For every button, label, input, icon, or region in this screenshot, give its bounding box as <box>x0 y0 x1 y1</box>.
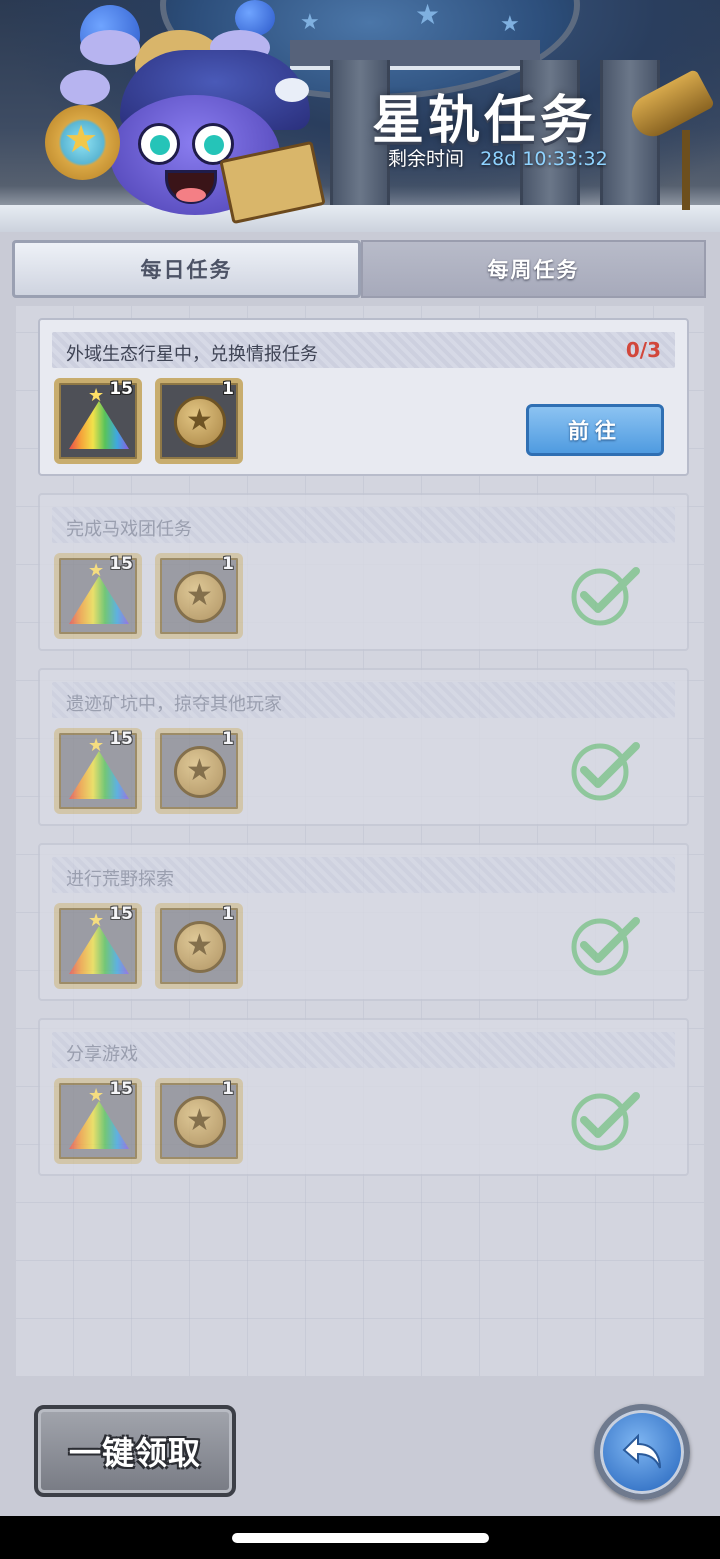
tab-daily[interactable]: 每日任务 <box>12 240 361 298</box>
task-progress: 0/3 <box>625 338 661 362</box>
reward-slot[interactable]: ★ 1 <box>155 378 243 464</box>
staff-star-icon: ★ <box>64 117 99 161</box>
rainbow-sand-icon <box>69 926 129 974</box>
rainbow-sand-icon <box>69 576 129 624</box>
observatory-pillar <box>600 60 660 220</box>
completed-check-icon <box>571 1092 640 1151</box>
remaining-time-value: 28d 10:33:32 <box>480 148 608 170</box>
reward-count: 1 <box>222 729 234 749</box>
sand-star-icon: ★ <box>88 385 105 406</box>
cloud-icon <box>80 30 140 65</box>
reward-count: 15 <box>109 554 133 574</box>
reward-slot[interactable]: ★ 15 <box>54 378 142 464</box>
dome-star-icon: ★ <box>500 12 520 37</box>
hat-pompom <box>275 78 309 102</box>
rainbow-sand-icon <box>69 401 129 449</box>
reward-count: 15 <box>109 904 133 924</box>
coin-star-icon: ★ <box>186 753 213 788</box>
task-title: 进行荒野探索 <box>66 869 174 890</box>
reward-slot[interactable]: ★ 15 <box>54 1078 142 1164</box>
sand-star-icon: ★ <box>88 735 105 756</box>
reward-slot[interactable]: ★ 1 <box>155 1078 243 1164</box>
task-list[interactable]: 外域生态行星中，兑换情报任务 0/3 ★ 15 ★ 1 前往 完成马戏团任务 ★… <box>16 306 704 1376</box>
reward-count: 1 <box>222 554 234 574</box>
back-arrow-icon <box>622 1433 661 1469</box>
reward-slot[interactable]: ★ 1 <box>155 903 243 989</box>
task-title: 完成马戏团任务 <box>66 519 192 540</box>
task-card: 遗迹矿坑中，掠夺其他玩家 ★ 15 ★ 1 <box>38 668 689 826</box>
wizard-mascot: ★ <box>20 0 330 232</box>
remaining-time: 剩余时间 28d 10:33:32 <box>388 144 608 171</box>
reward-slot[interactable]: ★ 1 <box>155 728 243 814</box>
reward-count: 1 <box>222 379 234 399</box>
home-indicator[interactable] <box>232 1533 489 1543</box>
dome-star-icon: ★ <box>415 0 441 31</box>
sand-star-icon: ★ <box>88 1085 105 1106</box>
coin-star-icon: ★ <box>186 578 213 613</box>
mascot-tongue <box>176 188 206 202</box>
completed-check-icon <box>571 917 640 976</box>
sand-star-icon: ★ <box>88 910 105 931</box>
reward-count: 15 <box>109 729 133 749</box>
reward-slot[interactable]: ★ 15 <box>54 553 142 639</box>
coin-star-icon: ★ <box>186 403 213 438</box>
telescope-stand <box>682 130 690 210</box>
coin-star-icon: ★ <box>186 928 213 963</box>
coin-star-icon: ★ <box>186 1103 213 1138</box>
task-card: 进行荒野探索 ★ 15 ★ 1 <box>38 843 689 1001</box>
reward-slot[interactable]: ★ 15 <box>54 728 142 814</box>
claim-all-button[interactable]: 一键领取 <box>34 1405 236 1497</box>
task-tabs: 每日任务 每周任务 <box>12 240 706 298</box>
reward-count: 1 <box>222 1079 234 1099</box>
task-card: 分享游戏 ★ 15 ★ 1 <box>38 1018 689 1176</box>
back-button[interactable] <box>594 1404 690 1500</box>
mascot-eye <box>138 123 180 165</box>
remaining-time-label: 剩余时间 <box>388 148 465 170</box>
rainbow-sand-icon <box>69 751 129 799</box>
task-title: 外域生态行星中，兑换情报任务 <box>66 344 318 365</box>
sand-star-icon: ★ <box>88 560 105 581</box>
cloud-icon <box>60 70 110 105</box>
task-title: 分享游戏 <box>66 1044 138 1065</box>
reward-slot[interactable]: ★ 1 <box>155 553 243 639</box>
completed-check-icon <box>571 567 640 626</box>
task-title-bar <box>52 1032 675 1068</box>
rainbow-sand-icon <box>69 1101 129 1149</box>
reward-slot[interactable]: ★ 15 <box>54 903 142 989</box>
task-card: 外域生态行星中，兑换情报任务 0/3 ★ 15 ★ 1 前往 <box>38 318 689 476</box>
page-title: 星轨任务 <box>372 91 597 151</box>
header-banner: ★ ★ ★ ★ 星轨任务 剩余时间 28d 10:33:32 <box>0 0 720 232</box>
reward-count: 1 <box>222 904 234 924</box>
reward-count: 15 <box>109 379 133 399</box>
task-title: 遗迹矿坑中，掠夺其他玩家 <box>66 694 282 715</box>
tab-weekly[interactable]: 每周任务 <box>361 240 706 298</box>
completed-check-icon <box>571 742 640 801</box>
reward-count: 15 <box>109 1079 133 1099</box>
go-button[interactable]: 前往 <box>526 404 664 456</box>
task-card: 完成马戏团任务 ★ 15 ★ 1 <box>38 493 689 651</box>
